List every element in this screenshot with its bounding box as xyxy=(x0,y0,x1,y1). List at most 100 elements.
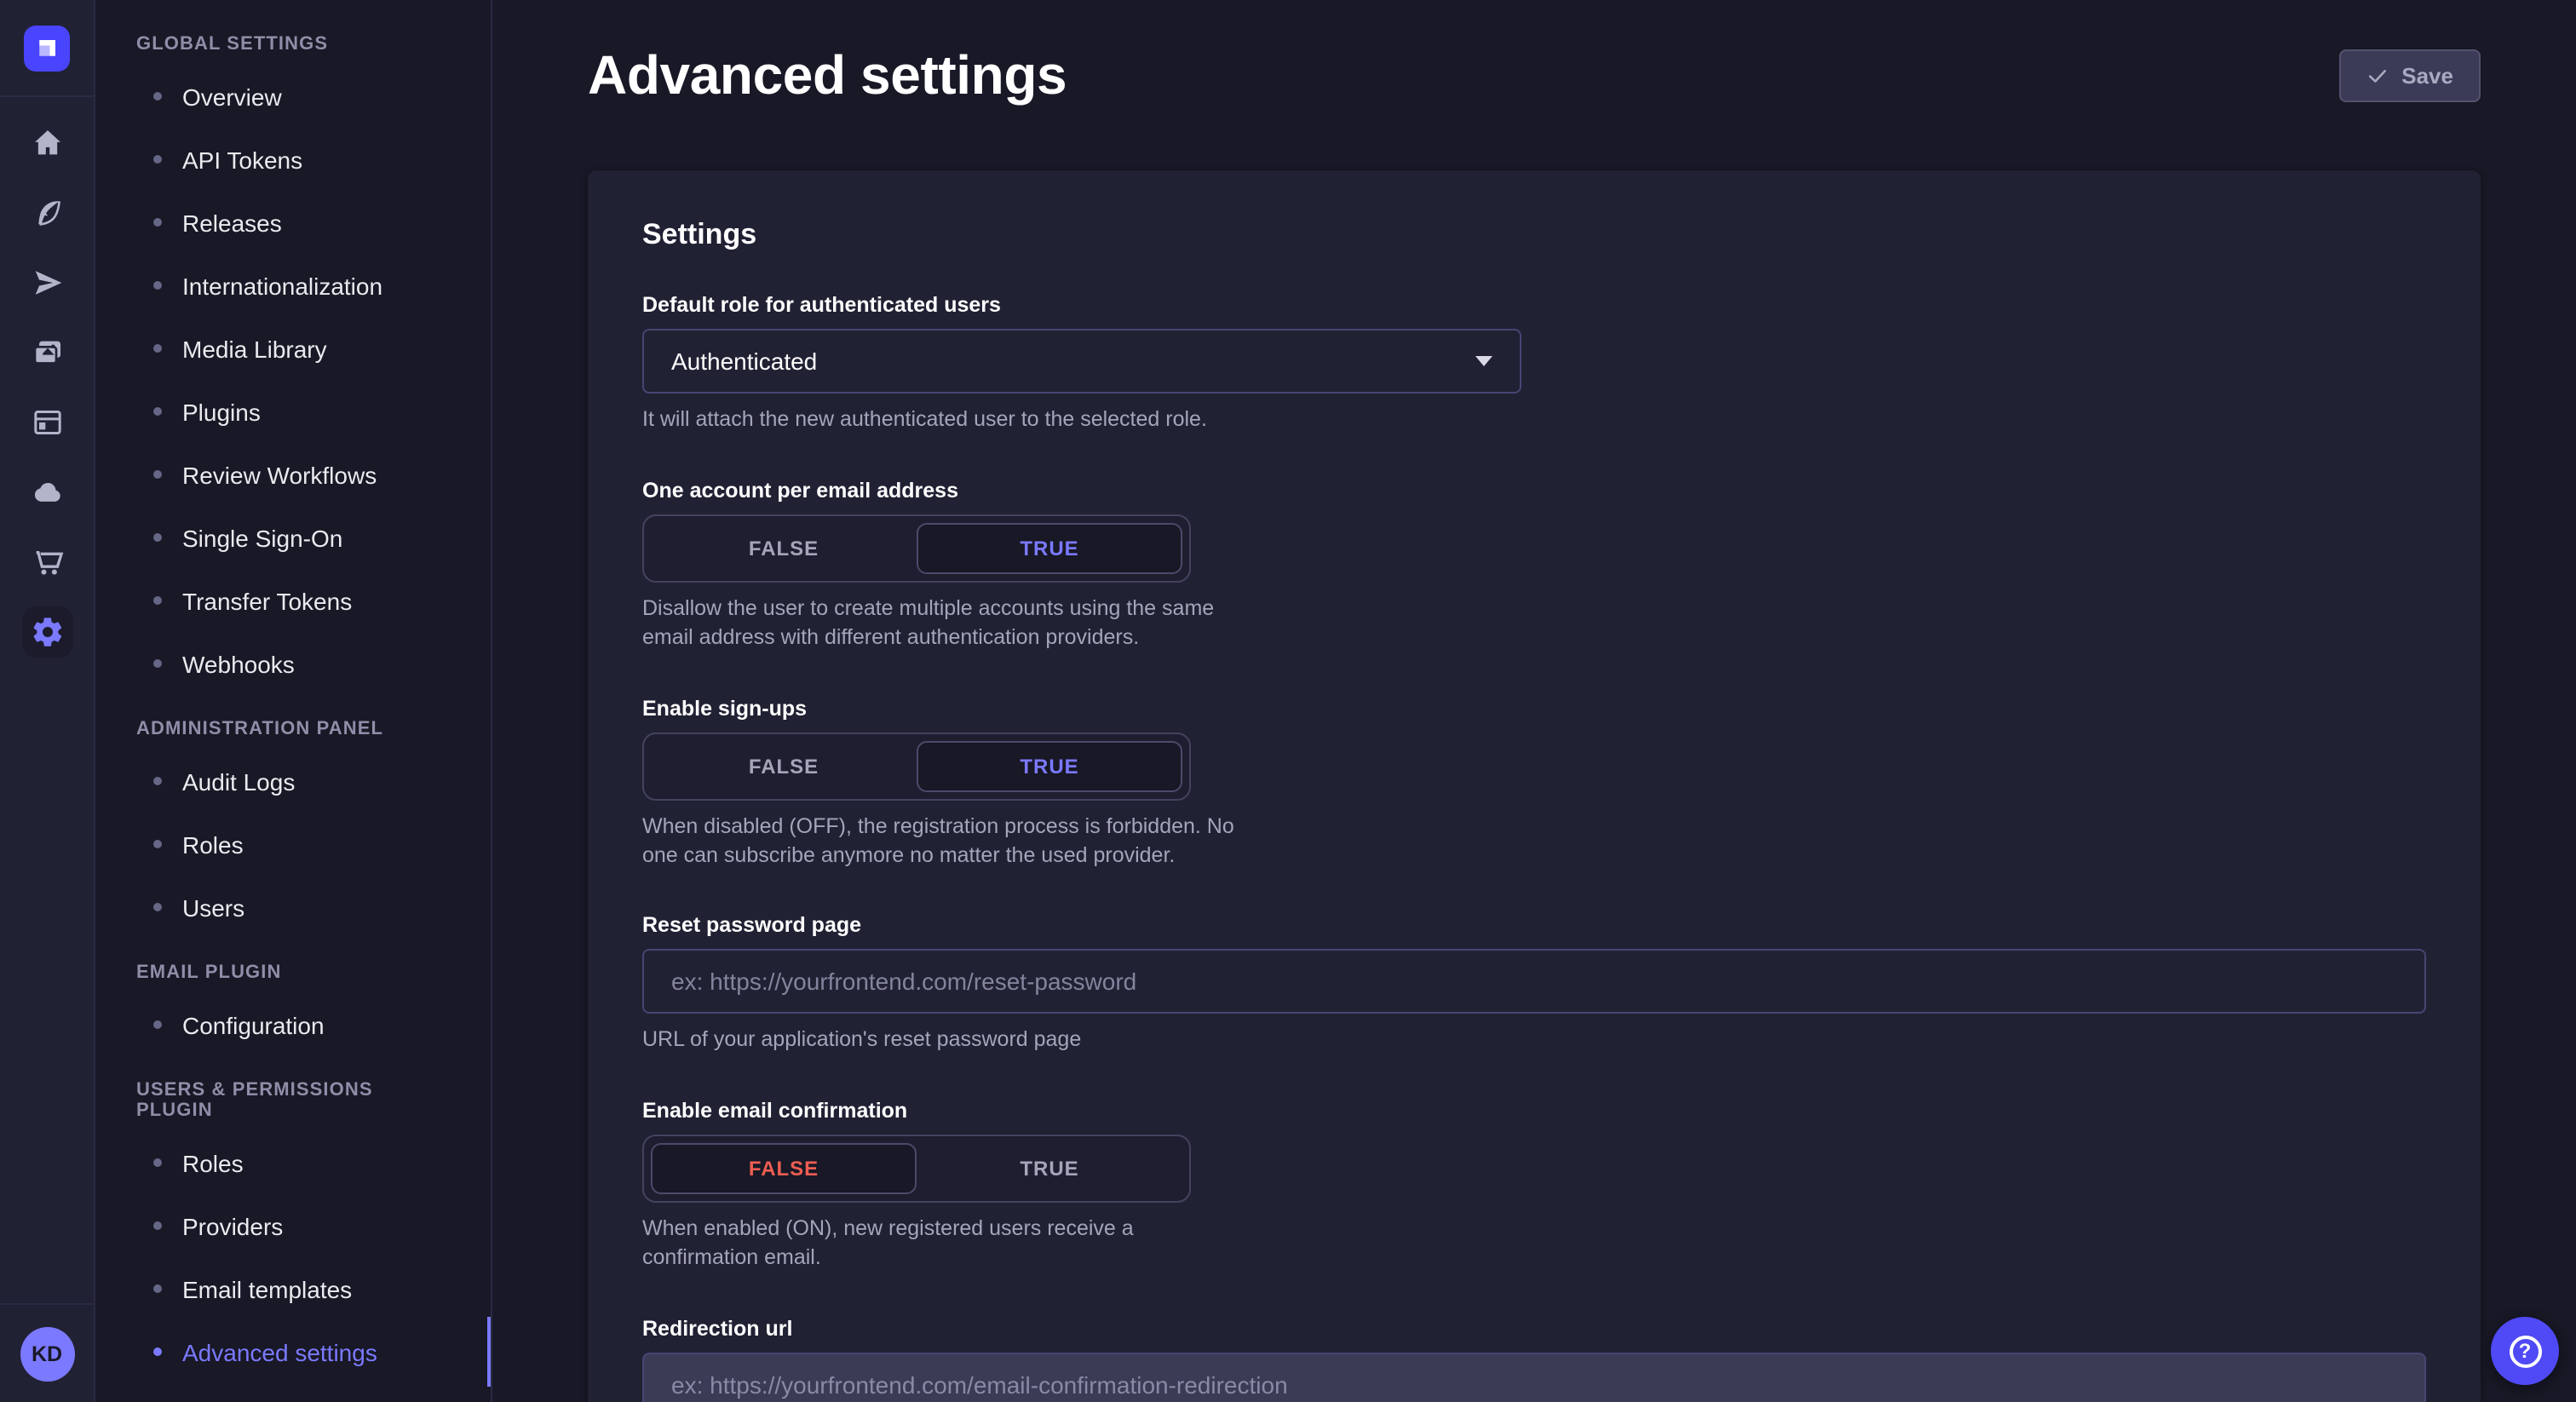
field-hint: URL of your application's reset password… xyxy=(642,1026,2426,1055)
subnav-section-admin: ADMINISTRATION PANEL Audit Logs Roles xyxy=(95,719,491,939)
subnav-item-label: Audit Logs xyxy=(182,767,295,795)
app-root: KD GLOBAL SETTINGS Overview API Tokens xyxy=(0,0,2576,1402)
subnav-item[interactable]: Internationalization xyxy=(95,254,491,317)
toggle-option-false[interactable]: FALSE xyxy=(651,740,917,791)
main-content: Advanced settings Save Settings Default … xyxy=(492,0,2576,1402)
field-redirection-url: Redirection url xyxy=(642,1317,2426,1402)
subnav-item-label: Media Library xyxy=(182,335,327,362)
subnav-item[interactable]: Users xyxy=(95,876,491,939)
layout-icon[interactable] xyxy=(0,387,95,457)
subnav-item[interactable]: Roles xyxy=(95,1131,491,1194)
subnav-item-label: Advanced settings xyxy=(182,1338,377,1365)
bullet-icon xyxy=(153,470,162,479)
bullet-icon xyxy=(153,840,162,848)
field-label: One account per email address xyxy=(642,479,2426,503)
subnav-item-label: Providers xyxy=(182,1212,283,1239)
strapi-logo[interactable] xyxy=(24,25,70,71)
bullet-icon xyxy=(153,777,162,785)
bullet-icon xyxy=(153,281,162,290)
cloud-icon[interactable] xyxy=(0,457,95,526)
subnav-item-label: Roles xyxy=(182,830,244,858)
subnav-item[interactable]: Plugins xyxy=(95,380,491,443)
subnav-item-label: Configuration xyxy=(182,1011,325,1038)
section-header: ADMINISTRATION PANEL xyxy=(136,719,450,739)
bullet-icon xyxy=(153,533,162,542)
subnav-item[interactable]: Transfer Tokens xyxy=(95,569,491,632)
bullet-icon xyxy=(153,344,162,353)
subnav-item[interactable]: Providers xyxy=(95,1194,491,1257)
subnav-section-global: GLOBAL SETTINGS Overview API Tokens xyxy=(95,34,491,695)
field-hint: When disabled (OFF), the registration pr… xyxy=(642,812,1235,870)
bullet-icon xyxy=(153,596,162,605)
subnav-item[interactable]: API Tokens xyxy=(95,128,491,191)
settings-card: Settings Default role for authenticated … xyxy=(588,170,2481,1402)
subnav-item-label: Roles xyxy=(182,1149,244,1176)
subnav-item[interactable]: Review Workflows xyxy=(95,443,491,506)
media-library-icon[interactable] xyxy=(0,317,95,387)
check-icon xyxy=(2366,64,2388,86)
bullet-icon xyxy=(153,659,162,668)
field-hint: It will attach the new authenticated use… xyxy=(642,405,2426,434)
field-label: Redirection url xyxy=(642,1317,2426,1341)
subnav-item[interactable]: Webhooks xyxy=(95,632,491,695)
paper-plane-icon[interactable] xyxy=(0,247,95,317)
one-account-toggle: FALSE TRUE xyxy=(642,514,1191,583)
toggle-option-false[interactable]: FALSE xyxy=(651,1144,917,1195)
default-role-select[interactable]: Authenticated xyxy=(642,329,1521,394)
home-icon[interactable] xyxy=(0,107,95,177)
subnav-item[interactable]: Configuration xyxy=(95,993,491,1056)
toggle-option-true[interactable]: TRUE xyxy=(917,523,1182,574)
subnav-item-label: Email templates xyxy=(182,1275,352,1302)
save-button[interactable]: Save xyxy=(2338,49,2481,101)
chevron-down-icon xyxy=(1475,356,1492,366)
bullet-icon xyxy=(153,1158,162,1167)
bullet-icon xyxy=(153,903,162,911)
field-hint: Disallow the user to create multiple acc… xyxy=(642,595,1235,652)
subnav-item-label: Transfer Tokens xyxy=(182,587,352,614)
subnav-item-label: API Tokens xyxy=(182,146,302,173)
subnav-item[interactable]: Single Sign-On xyxy=(95,506,491,569)
subnav-item[interactable]: Audit Logs xyxy=(95,750,491,813)
subnav-item[interactable]: Email templates xyxy=(95,1257,491,1320)
save-button-label: Save xyxy=(2401,62,2453,88)
sign-ups-toggle: FALSE TRUE xyxy=(642,732,1191,800)
subnav-item-label: Releases xyxy=(182,209,282,236)
subnav-item[interactable]: Releases xyxy=(95,191,491,254)
field-label: Enable sign-ups xyxy=(642,696,2426,720)
subnav-item-label: Users xyxy=(182,893,244,921)
reset-password-input[interactable] xyxy=(642,950,2426,1014)
subnav-item[interactable]: Advanced settings xyxy=(95,1320,491,1383)
section-header: EMAIL PLUGIN xyxy=(136,962,450,983)
bullet-icon xyxy=(153,1284,162,1293)
email-confirmation-toggle: FALSE TRUE xyxy=(642,1135,1191,1204)
subnav-item[interactable]: Media Library xyxy=(95,317,491,380)
select-value: Authenticated xyxy=(671,348,817,375)
bullet-icon xyxy=(153,1347,162,1356)
rail-divider-bottom xyxy=(0,1303,94,1305)
bullet-icon xyxy=(153,1020,162,1029)
subnav-item-label: Webhooks xyxy=(182,650,295,677)
toggle-option-true[interactable]: TRUE xyxy=(917,740,1182,791)
bullet-icon xyxy=(153,155,162,164)
subnav-section-email: EMAIL PLUGIN Configuration xyxy=(95,962,491,1056)
help-button[interactable]: ? xyxy=(2491,1317,2559,1385)
field-enable-email-confirmation: Enable email confirmation FALSE TRUE Whe… xyxy=(642,1100,2426,1273)
main-nav-rail: KD xyxy=(0,0,95,1402)
toggle-option-true[interactable]: TRUE xyxy=(917,1144,1182,1195)
field-default-role: Default role for authenticated users Aut… xyxy=(642,293,2426,434)
field-reset-password-page: Reset password page URL of your applicat… xyxy=(642,914,2426,1055)
section-header: GLOBAL SETTINGS xyxy=(136,34,450,55)
subnav-item-label: Overview xyxy=(182,83,282,110)
toggle-option-false[interactable]: FALSE xyxy=(651,523,917,574)
settings-gear-icon[interactable] xyxy=(0,596,95,666)
subnav-item-label: Single Sign-On xyxy=(182,524,342,551)
cart-icon[interactable] xyxy=(0,526,95,596)
question-mark-icon: ? xyxy=(2509,1335,2541,1367)
active-icon-tile xyxy=(22,606,73,657)
feather-icon[interactable] xyxy=(0,177,95,247)
subnav-item[interactable]: Overview xyxy=(95,65,491,128)
subnav-item-label: Internationalization xyxy=(182,272,382,299)
page-title: Advanced settings xyxy=(588,43,1067,106)
user-avatar[interactable]: KD xyxy=(20,1327,74,1382)
subnav-item[interactable]: Roles xyxy=(95,813,491,876)
